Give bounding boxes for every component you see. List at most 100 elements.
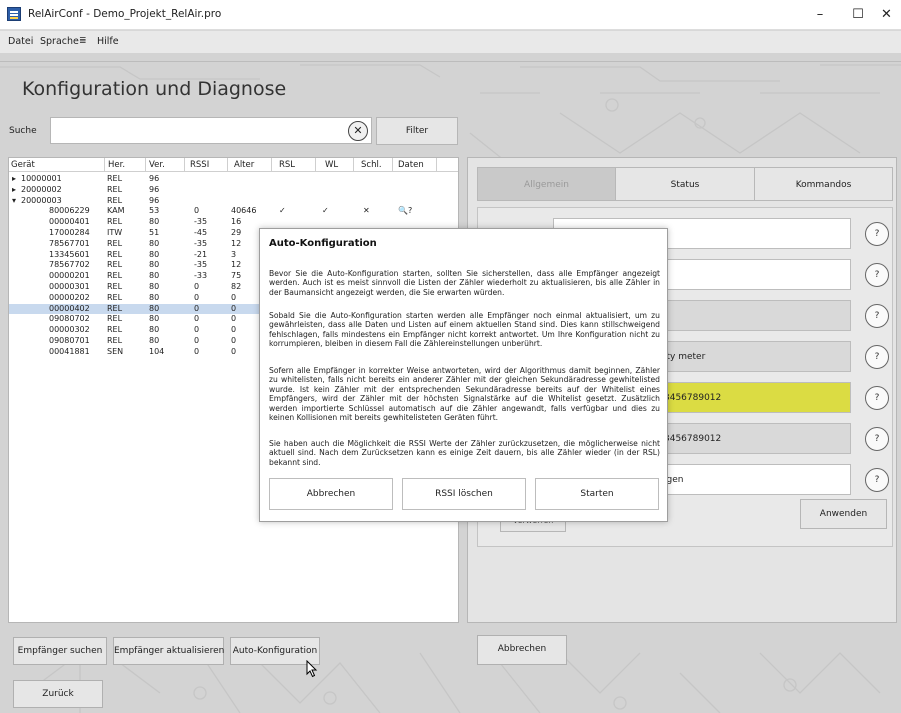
col-ver[interactable]: Ver. (149, 160, 165, 170)
cell-id: 00000202 (49, 292, 90, 302)
table-row[interactable]: 00000401 REL 80 -35 16 (9, 217, 458, 228)
cell-id: 09080701 (49, 336, 90, 345)
cell-alter: 0 (231, 325, 237, 335)
help-icon[interactable]: ? (865, 263, 889, 287)
help-icon[interactable]: ? (865, 468, 889, 492)
cell-id: 20000002 (21, 184, 62, 194)
apply-button[interactable]: Anwenden (800, 499, 887, 529)
collapse-toggle-icon[interactable]: ▸ (12, 185, 16, 196)
cell-id: 00000402 (49, 303, 90, 313)
cell-rssi: -35 (194, 260, 208, 270)
dialog-start-button[interactable]: Starten (535, 478, 659, 510)
col-geraet[interactable]: Gerät (11, 160, 35, 170)
col-her[interactable]: Her. (108, 160, 125, 170)
window-title: RelAirConf - Demo_Projekt_RelAir.pro (28, 8, 222, 20)
minimize-button[interactable]: – (800, 4, 840, 26)
cell-wl: ✓ (322, 206, 329, 216)
cell-ver: 104 (149, 346, 165, 356)
cell-alter: 75 (231, 271, 242, 281)
cell-ver: 80 (149, 292, 160, 302)
collapse-toggle-icon[interactable]: ▸ (12, 174, 16, 185)
tab-kommandos[interactable]: Kommandos (754, 167, 893, 201)
menu-hilfe[interactable]: Hilfe (97, 36, 119, 47)
dialog-title: Auto-Konfiguration (269, 238, 377, 249)
cell-ver: 80 (149, 325, 160, 335)
cell-ver: 51 (149, 228, 160, 237)
cell-ver: 80 (149, 282, 160, 291)
menu-sprache[interactable]: Sprache (40, 36, 79, 47)
help-icon[interactable]: ? (865, 304, 889, 328)
clear-search-icon[interactable]: ✕ (348, 121, 368, 141)
app-icon (7, 7, 21, 21)
cell-id: 00000201 (49, 271, 90, 281)
expand-toggle-icon[interactable]: ▾ (12, 196, 16, 207)
cell-her: REL (107, 195, 123, 205)
cell-id: 00041881 (49, 346, 90, 356)
col-rsl[interactable]: RSL (279, 160, 295, 170)
help-icon[interactable]: ? (865, 345, 889, 369)
close-button[interactable]: ✕ (872, 4, 901, 26)
cancel-button[interactable]: Abbrechen (477, 635, 567, 665)
cell-her: REL (107, 249, 123, 259)
dialog-paragraph-2: Sobald Sie die Auto-Konfiguration starte… (269, 311, 660, 349)
dialog-paragraph-3: Sofern alle Empfänger in korrekter Weise… (269, 366, 660, 423)
filter-button[interactable]: Filter (376, 117, 458, 145)
cell-alter: 29 (231, 228, 242, 237)
help-icon[interactable]: ? (865, 427, 889, 451)
col-alter[interactable]: Alter (234, 160, 254, 170)
help-icon[interactable]: ? (865, 386, 889, 410)
cell-ver: 80 (149, 271, 160, 281)
cell-alter: 16 (231, 217, 242, 227)
table-row[interactable]: 80006229 KAM 53 0 40646 ✓ ✓ ✕ 🔍? (9, 206, 458, 217)
page-title: Konfiguration und Diagnose (22, 78, 287, 100)
menu-datei[interactable]: Datei (8, 36, 33, 47)
cell-rssi: 0 (194, 314, 200, 324)
back-button[interactable]: Zurück (13, 680, 103, 708)
tab-status[interactable]: Status (615, 167, 755, 201)
cell-id: 00000401 (49, 217, 90, 227)
tree-header: Gerät Her. Ver. RSSI Alter RSL WL Schl. … (9, 158, 458, 172)
cell-alter: 0 (231, 303, 237, 313)
cell-ver: 53 (149, 206, 160, 216)
tab-allgemein[interactable]: Allgemein (477, 167, 616, 201)
cell-id: 00000302 (49, 325, 90, 335)
cell-alter: 3 (231, 249, 237, 259)
col-wl[interactable]: WL (325, 160, 338, 170)
auto-config-dialog: Auto-Konfiguration Bevor Sie die Auto-Ko… (259, 228, 668, 522)
cell-daten: 🔍? (398, 206, 413, 216)
cell-her: KAM (107, 206, 125, 216)
title-bar: RelAirConf - Demo_Projekt_RelAir.pro – ☐… (0, 0, 901, 30)
cell-rssi: 0 (194, 336, 200, 345)
dialog-cancel-button[interactable]: Abbrechen (269, 478, 393, 510)
dialog-reset-rssi-button[interactable]: RSSI löschen (402, 478, 526, 510)
cell-id: 78567702 (49, 260, 90, 270)
cell-id: 78567701 (49, 238, 90, 248)
cell-ver: 80 (149, 260, 160, 270)
refresh-receivers-button[interactable]: Empfänger aktualisieren (113, 637, 224, 665)
cell-alter: 12 (231, 238, 242, 248)
cell-ver: 96 (149, 195, 160, 205)
cell-ver: 80 (149, 238, 160, 248)
find-receivers-button[interactable]: Empfänger suchen (13, 637, 107, 665)
cell-id: 10000001 (21, 174, 62, 183)
col-schl[interactable]: Schl. (361, 160, 382, 170)
help-icon[interactable]: ? (865, 222, 889, 246)
cell-her: REL (107, 336, 123, 345)
cell-rssi: 0 (194, 292, 200, 302)
mouse-cursor-icon (306, 660, 318, 678)
search-input[interactable] (50, 117, 372, 144)
table-row[interactable]: ▸ 10000001 REL 96 (9, 174, 458, 185)
cell-rssi: 0 (194, 206, 200, 216)
cell-id: 80006229 (49, 206, 90, 216)
col-daten[interactable]: Daten (398, 160, 424, 170)
table-row[interactable]: ▾ 20000003 REL 96 (9, 196, 458, 207)
search-label: Suche (9, 126, 37, 136)
cell-ver: 80 (149, 217, 160, 227)
cell-rssi: -45 (194, 228, 208, 237)
col-rssi[interactable]: RSSI (190, 160, 209, 170)
table-row[interactable]: ▸ 20000002 REL 96 (9, 185, 458, 196)
cell-ver: 96 (149, 174, 160, 183)
cell-her: REL (107, 292, 123, 302)
cell-alter: 82 (231, 282, 242, 291)
cell-her: REL (107, 303, 123, 313)
